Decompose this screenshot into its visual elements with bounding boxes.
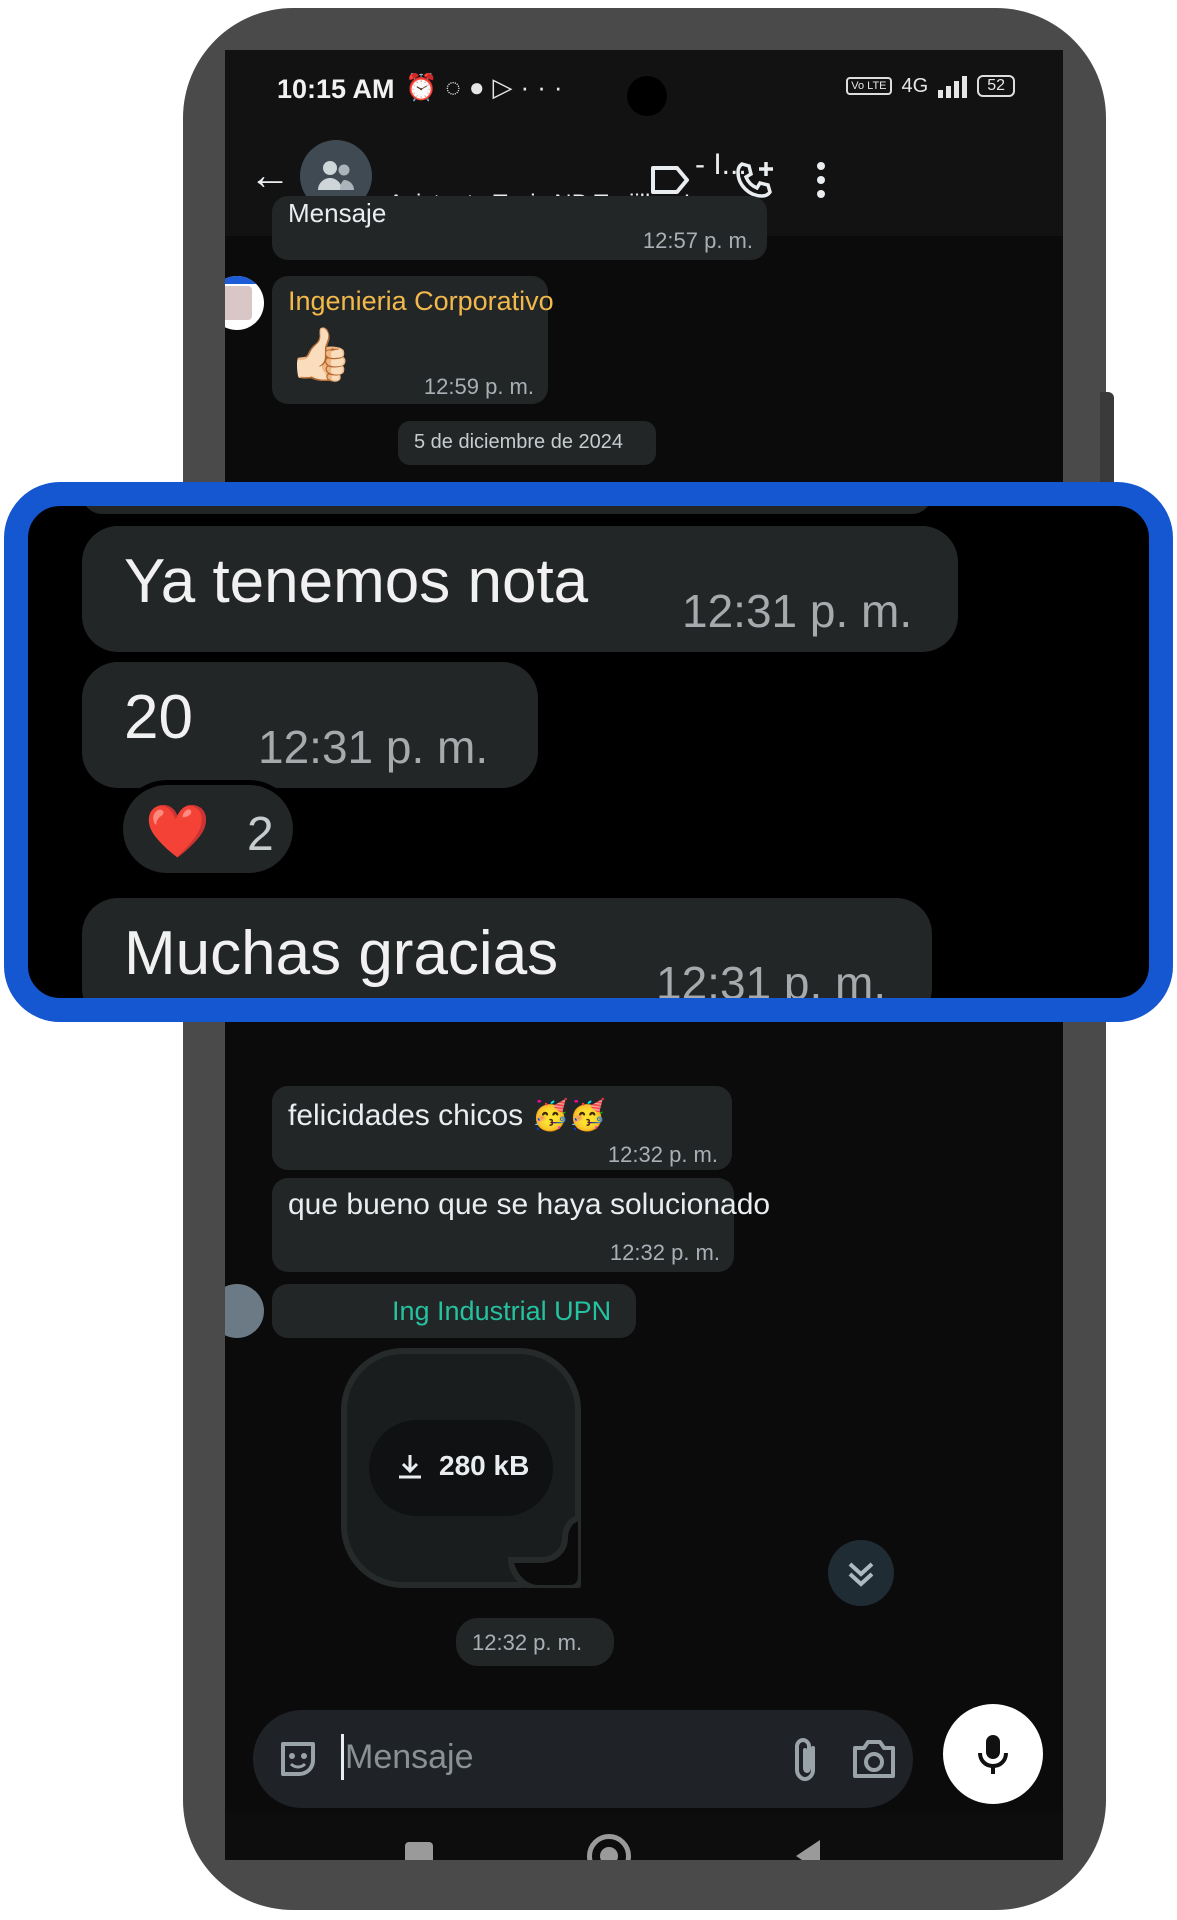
alarm-icon: ⏰	[405, 72, 446, 102]
status-system-icons: Vo LTE 4G 52	[846, 74, 1015, 98]
status-notification-icons: ⏰◌●▷···	[405, 72, 571, 103]
zoom-highlight: Ya tenemos nota 12:31 p. m. 20 12:31 p. …	[4, 482, 1173, 1022]
recent-apps-button[interactable]	[405, 1842, 433, 1860]
message-time-chip: 12:32 p. m.	[456, 1618, 614, 1666]
reaction-count: 2	[247, 808, 274, 861]
sticker-fold-icon	[507, 1514, 581, 1588]
zoomed-message-bubble[interactable]: Ya tenemos nota 12:31 p. m.	[82, 526, 958, 652]
voice-record-button[interactable]	[943, 1704, 1043, 1804]
message-time: 12:57 p. m.	[642, 228, 753, 253]
zoomed-message-bubble[interactable]	[82, 506, 932, 514]
front-camera	[627, 76, 667, 116]
zoomed-message-text: Muchas gracias	[124, 919, 559, 988]
microphone-icon	[978, 1735, 1008, 1774]
chat-icon: ●	[468, 72, 493, 102]
zoomed-message-bubble[interactable]: Muchas gracias 12:31 p. m.	[82, 898, 932, 1009]
message-text: felicidades chicos 🥳🥳	[288, 1099, 607, 1132]
scroll-to-bottom-button[interactable]	[828, 1540, 894, 1606]
signal-icon	[938, 74, 968, 98]
send-icon: ▷	[492, 72, 521, 102]
message-time: 12:32 p. m.	[472, 1630, 583, 1655]
reaction-pill[interactable]: ❤️ 2	[118, 780, 298, 878]
volte-icon: Vo LTE	[846, 77, 892, 95]
message-time: 12:59 p. m.	[423, 374, 534, 399]
double-chevron-down-icon	[848, 1562, 874, 1587]
message-text: que bueno que se haya solucionado	[288, 1188, 771, 1221]
heart-icon: ❤️	[145, 803, 210, 861]
back-arrow-icon[interactable]: ←	[245, 150, 295, 200]
date-chip-text: 5 de diciembre de 2024	[414, 431, 624, 453]
sticker-icon[interactable]	[275, 1736, 321, 1782]
zoomed-message-bubble[interactable]: 20 12:31 p. m.	[82, 662, 538, 788]
whatsapp-status-icon: ◌	[445, 72, 469, 102]
message-time: 12:32 p. m.	[609, 1240, 720, 1265]
message-input-bar[interactable]: Mensaje	[253, 1710, 913, 1808]
sender-name: Ing Industrial UPN	[392, 1296, 612, 1326]
message-text: Mensaje	[288, 198, 387, 228]
message-input[interactable]: Mensaje	[345, 1738, 474, 1777]
battery-icon: 52	[977, 75, 1015, 97]
download-icon	[399, 1455, 421, 1479]
sender-avatar[interactable]	[225, 276, 264, 330]
message-bubble[interactable]: Mensaje 12:57 p. m.	[272, 196, 767, 260]
download-button[interactable]: 280 kB	[369, 1420, 553, 1516]
text-caret	[341, 1734, 344, 1780]
group-icon	[318, 161, 354, 190]
message-time: 12:32 p. m.	[607, 1142, 718, 1167]
message-bubble[interactable]: que bueno que se haya solucionado 12:32 …	[272, 1178, 770, 1272]
message-bubble[interactable]: felicidades chicos 🥳🥳 12:32 p. m.	[272, 1086, 732, 1170]
zoomed-message-text: Ya tenemos nota	[124, 547, 589, 616]
more-dots-icon: ···	[520, 72, 571, 102]
attach-icon[interactable]	[785, 1734, 825, 1786]
status-bar: 10:15 AM ⏰◌●▷··· Vo LTE 4G 52	[225, 50, 1063, 126]
system-nav-bar	[225, 1812, 1063, 1860]
camera-icon[interactable]	[849, 1736, 899, 1782]
sender-avatar[interactable]	[225, 1284, 264, 1338]
back-nav-icon[interactable]	[790, 1836, 826, 1860]
zoomed-message-text: 20	[124, 683, 193, 752]
emoji-message: 👍🏻	[288, 326, 353, 384]
network-type: 4G	[901, 74, 929, 97]
message-bubble[interactable]: Ingenieria Corporativo 👍🏻 12:59 p. m.	[272, 276, 554, 404]
zoomed-message-time: 12:31 p. m.	[656, 957, 887, 1009]
more-options-icon[interactable]	[797, 156, 845, 204]
home-button[interactable]	[587, 1834, 631, 1860]
download-size: 280 kB	[439, 1450, 530, 1481]
sender-name: Ingenieria Corporativo	[288, 286, 554, 316]
zoomed-message-time: 12:31 p. m.	[682, 585, 913, 637]
sender-name-bubble: Ing Industrial UPN	[272, 1284, 636, 1338]
sticker-placeholder[interactable]: 280 kB	[341, 1348, 581, 1588]
date-chip: 5 de diciembre de 2024	[398, 421, 656, 465]
zoomed-message-time: 12:31 p. m.	[258, 721, 489, 773]
status-time: 10:15 AM	[277, 74, 395, 104]
